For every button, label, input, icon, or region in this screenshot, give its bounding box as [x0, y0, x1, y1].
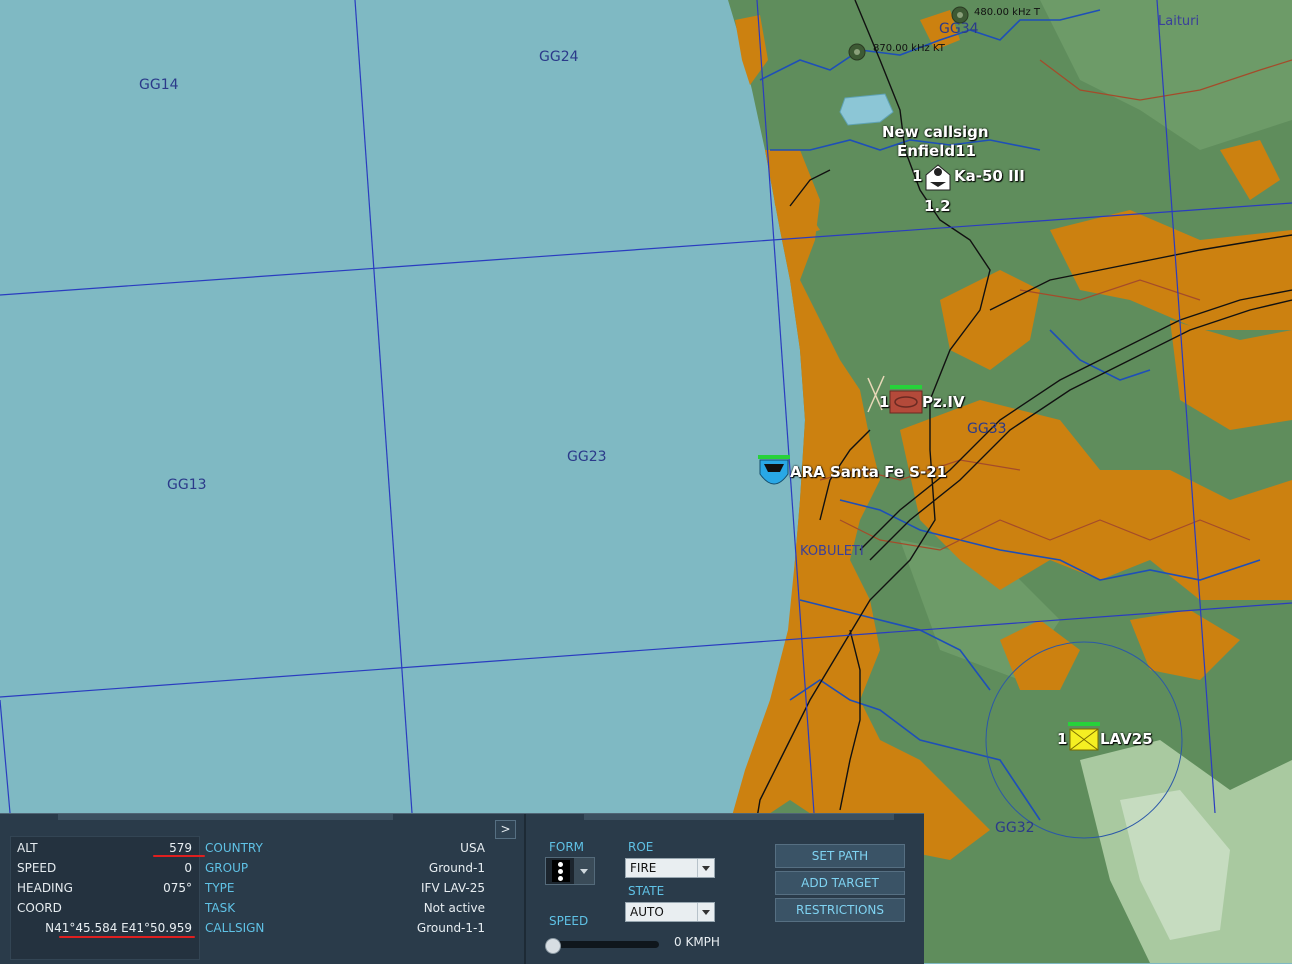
chevron-down-icon[interactable] [697, 859, 714, 877]
formation-dots-icon [552, 860, 570, 882]
callsign-label: CALLSIGN [205, 921, 265, 935]
submarine-name: ARA Santa Fe S-21 [790, 463, 948, 481]
set-path-button[interactable]: SET PATH [775, 844, 905, 868]
beacon-icon[interactable] [848, 43, 866, 61]
lav-count: 1 [1057, 730, 1068, 748]
state-select[interactable]: AUTO [625, 902, 715, 922]
helo-callsign: Enfield11 [897, 142, 976, 160]
grid-label-gg24: GG24 [539, 49, 579, 65]
roe-select[interactable]: FIRE [625, 858, 715, 878]
speed-slider-thumb[interactable] [545, 938, 561, 954]
alt-underline-annotation [153, 855, 205, 857]
state-value: AUTO [630, 905, 664, 919]
grid-label-gg33: GG33 [967, 421, 1007, 437]
beacon-label: 870.00 kHz KT [873, 43, 945, 54]
add-target-button[interactable]: ADD TARGET [775, 871, 905, 895]
helo-count: 1 [912, 167, 923, 185]
grid-label-gg34: GG34 [939, 21, 979, 37]
tank-count: 1 [879, 393, 890, 411]
town-label-kobuleti: KOBULETI [800, 544, 864, 559]
panel-toggle-button[interactable]: > [495, 820, 516, 839]
panel-tab [58, 814, 393, 820]
country-value: USA [460, 841, 485, 855]
town-label-laituri: Laituri [1158, 14, 1200, 29]
heading-value: 075° [163, 881, 192, 895]
grid-label-gg32: GG32 [995, 820, 1035, 836]
callsign-value: Ground-1-1 [416, 921, 485, 935]
beacon-label: 480.00 kHz T [974, 7, 1041, 18]
coord-label: COORD [17, 901, 62, 915]
heading-label: HEADING [17, 881, 73, 895]
helo-flight-number: 1.2 [924, 197, 951, 215]
coord-underline-annotation [59, 936, 195, 938]
grid-label-gg13: GG13 [167, 477, 207, 493]
roe-value: FIRE [630, 861, 657, 875]
group-value: Ground-1 [428, 861, 485, 875]
panel-divider [524, 814, 526, 964]
form-label: FORM [549, 840, 585, 854]
type-label: TYPE [205, 881, 235, 895]
chevron-down-icon[interactable] [697, 903, 714, 921]
speed-slider-track[interactable] [545, 941, 659, 948]
group-label: GROUP [205, 861, 249, 875]
tank-type: Pz.IV [922, 393, 965, 411]
restrictions-button[interactable]: RESTRICTIONS [775, 898, 905, 922]
alt-value: 579 [169, 841, 192, 855]
formation-selector[interactable] [545, 857, 595, 885]
speed-control-value: 0 KMPH [674, 935, 720, 949]
coord-value: N41°45.584 E41°50.959 [45, 921, 192, 935]
type-value: IFV LAV-25 [421, 881, 485, 895]
alt-label: ALT [17, 841, 38, 855]
speed-control-label: SPEED [549, 914, 589, 928]
country-label: COUNTRY [205, 841, 263, 855]
speed-label: SPEED [17, 861, 57, 875]
helo-type: Ka-50 III [954, 167, 1025, 185]
unit-info-panel: > ALT 579 SPEED 0 HEADING 075° COORD N41… [0, 813, 924, 964]
lav-type: LAV25 [1100, 730, 1153, 748]
panel-tab [584, 814, 894, 820]
chevron-down-icon[interactable] [574, 858, 594, 884]
speed-value: 0 [184, 861, 192, 875]
helo-group-title: New callsign [882, 123, 989, 141]
roe-label: ROE [628, 840, 654, 854]
grid-label-gg14: GG14 [139, 77, 179, 93]
state-label: STATE [628, 884, 665, 898]
grid-label-gg23: GG23 [567, 449, 607, 465]
task-label: TASK [205, 901, 236, 915]
task-value: Not active [423, 901, 485, 915]
